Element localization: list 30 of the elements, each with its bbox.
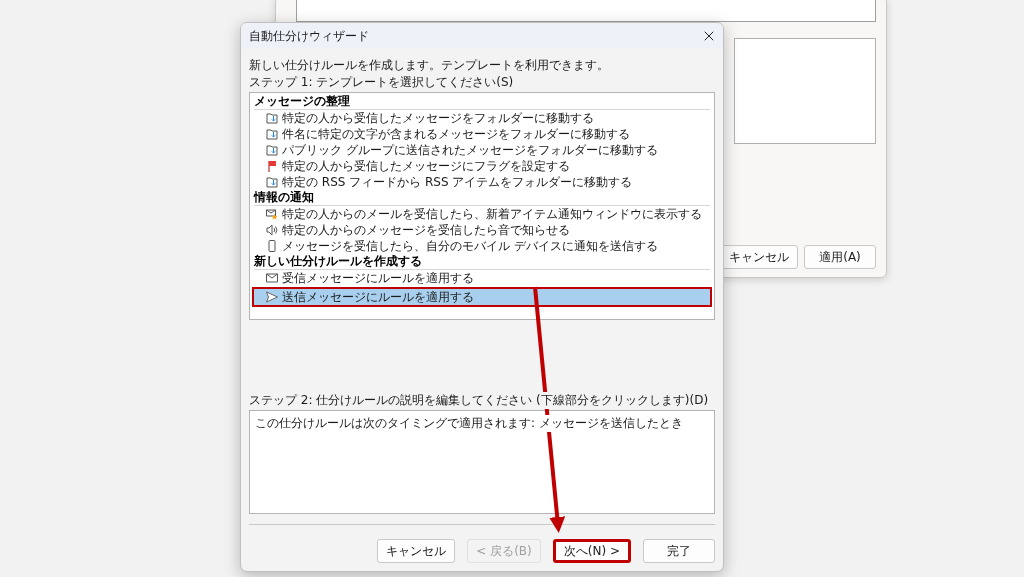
- description-text: この仕分けルールは次のタイミングで適用されます: メッセージを送信したとき: [255, 415, 683, 432]
- template-item[interactable]: 特定の人からのメッセージを受信したら音で知らせる: [254, 222, 710, 238]
- flag-icon: [266, 160, 278, 172]
- phone-icon: [266, 240, 278, 252]
- dialog-button[interactable]: キャンセル: [377, 539, 456, 563]
- send-icon: [266, 291, 278, 303]
- template-item[interactable]: 件名に特定の文字が含まれるメッセージをフォルダーに移動する: [254, 126, 710, 142]
- template-item[interactable]: 送信メッセージにルールを適用する: [254, 289, 710, 305]
- template-item[interactable]: 特定の人からのメールを受信したら、新着アイテム通知ウィンドウに表示する: [254, 206, 710, 222]
- template-item[interactable]: 特定の RSS フィードから RSS アイテムをフォルダーに移動する: [254, 174, 710, 190]
- speaker-icon: [266, 224, 278, 236]
- step-label: ステップ 1: テンプレートを選択してください(S): [249, 74, 514, 91]
- window-title: 自動仕分けウィザード: [249, 27, 369, 45]
- template-item[interactable]: 特定の人から受信したメッセージをフォルダーに移動する: [254, 110, 710, 126]
- dialog-button[interactable]: 次へ(N) >: [552, 539, 631, 563]
- template-item[interactable]: 受信メッセージにルールを適用する: [254, 270, 710, 286]
- group-heading: 情報の通知: [254, 190, 710, 206]
- group-heading: 新しい仕分けルールを作成する: [254, 254, 710, 270]
- envelope-icon: [266, 272, 278, 284]
- step-label: ステップ 2: 仕分けルールの説明を編集してください (下線部分をクリックします)(D): [249, 392, 709, 409]
- folder-arrow-icon: [266, 128, 278, 140]
- group-heading: メッセージの整理: [254, 94, 710, 110]
- folder-arrow-icon: [266, 112, 278, 124]
- template-item[interactable]: 特定の人から受信したメッセージにフラグを設定する: [254, 158, 710, 174]
- template-item[interactable]: パブリック グループに送信されたメッセージをフォルダーに移動する: [254, 142, 710, 158]
- folder-arrow-icon: [266, 144, 278, 156]
- template-item[interactable]: メッセージを受信したら、自分のモバイル デバイスに通知を送信する: [254, 238, 710, 254]
- folder-arrow-icon: [266, 176, 278, 188]
- dialog-button[interactable]: 適用(A): [804, 245, 876, 269]
- dialog-button[interactable]: 完了: [643, 539, 715, 563]
